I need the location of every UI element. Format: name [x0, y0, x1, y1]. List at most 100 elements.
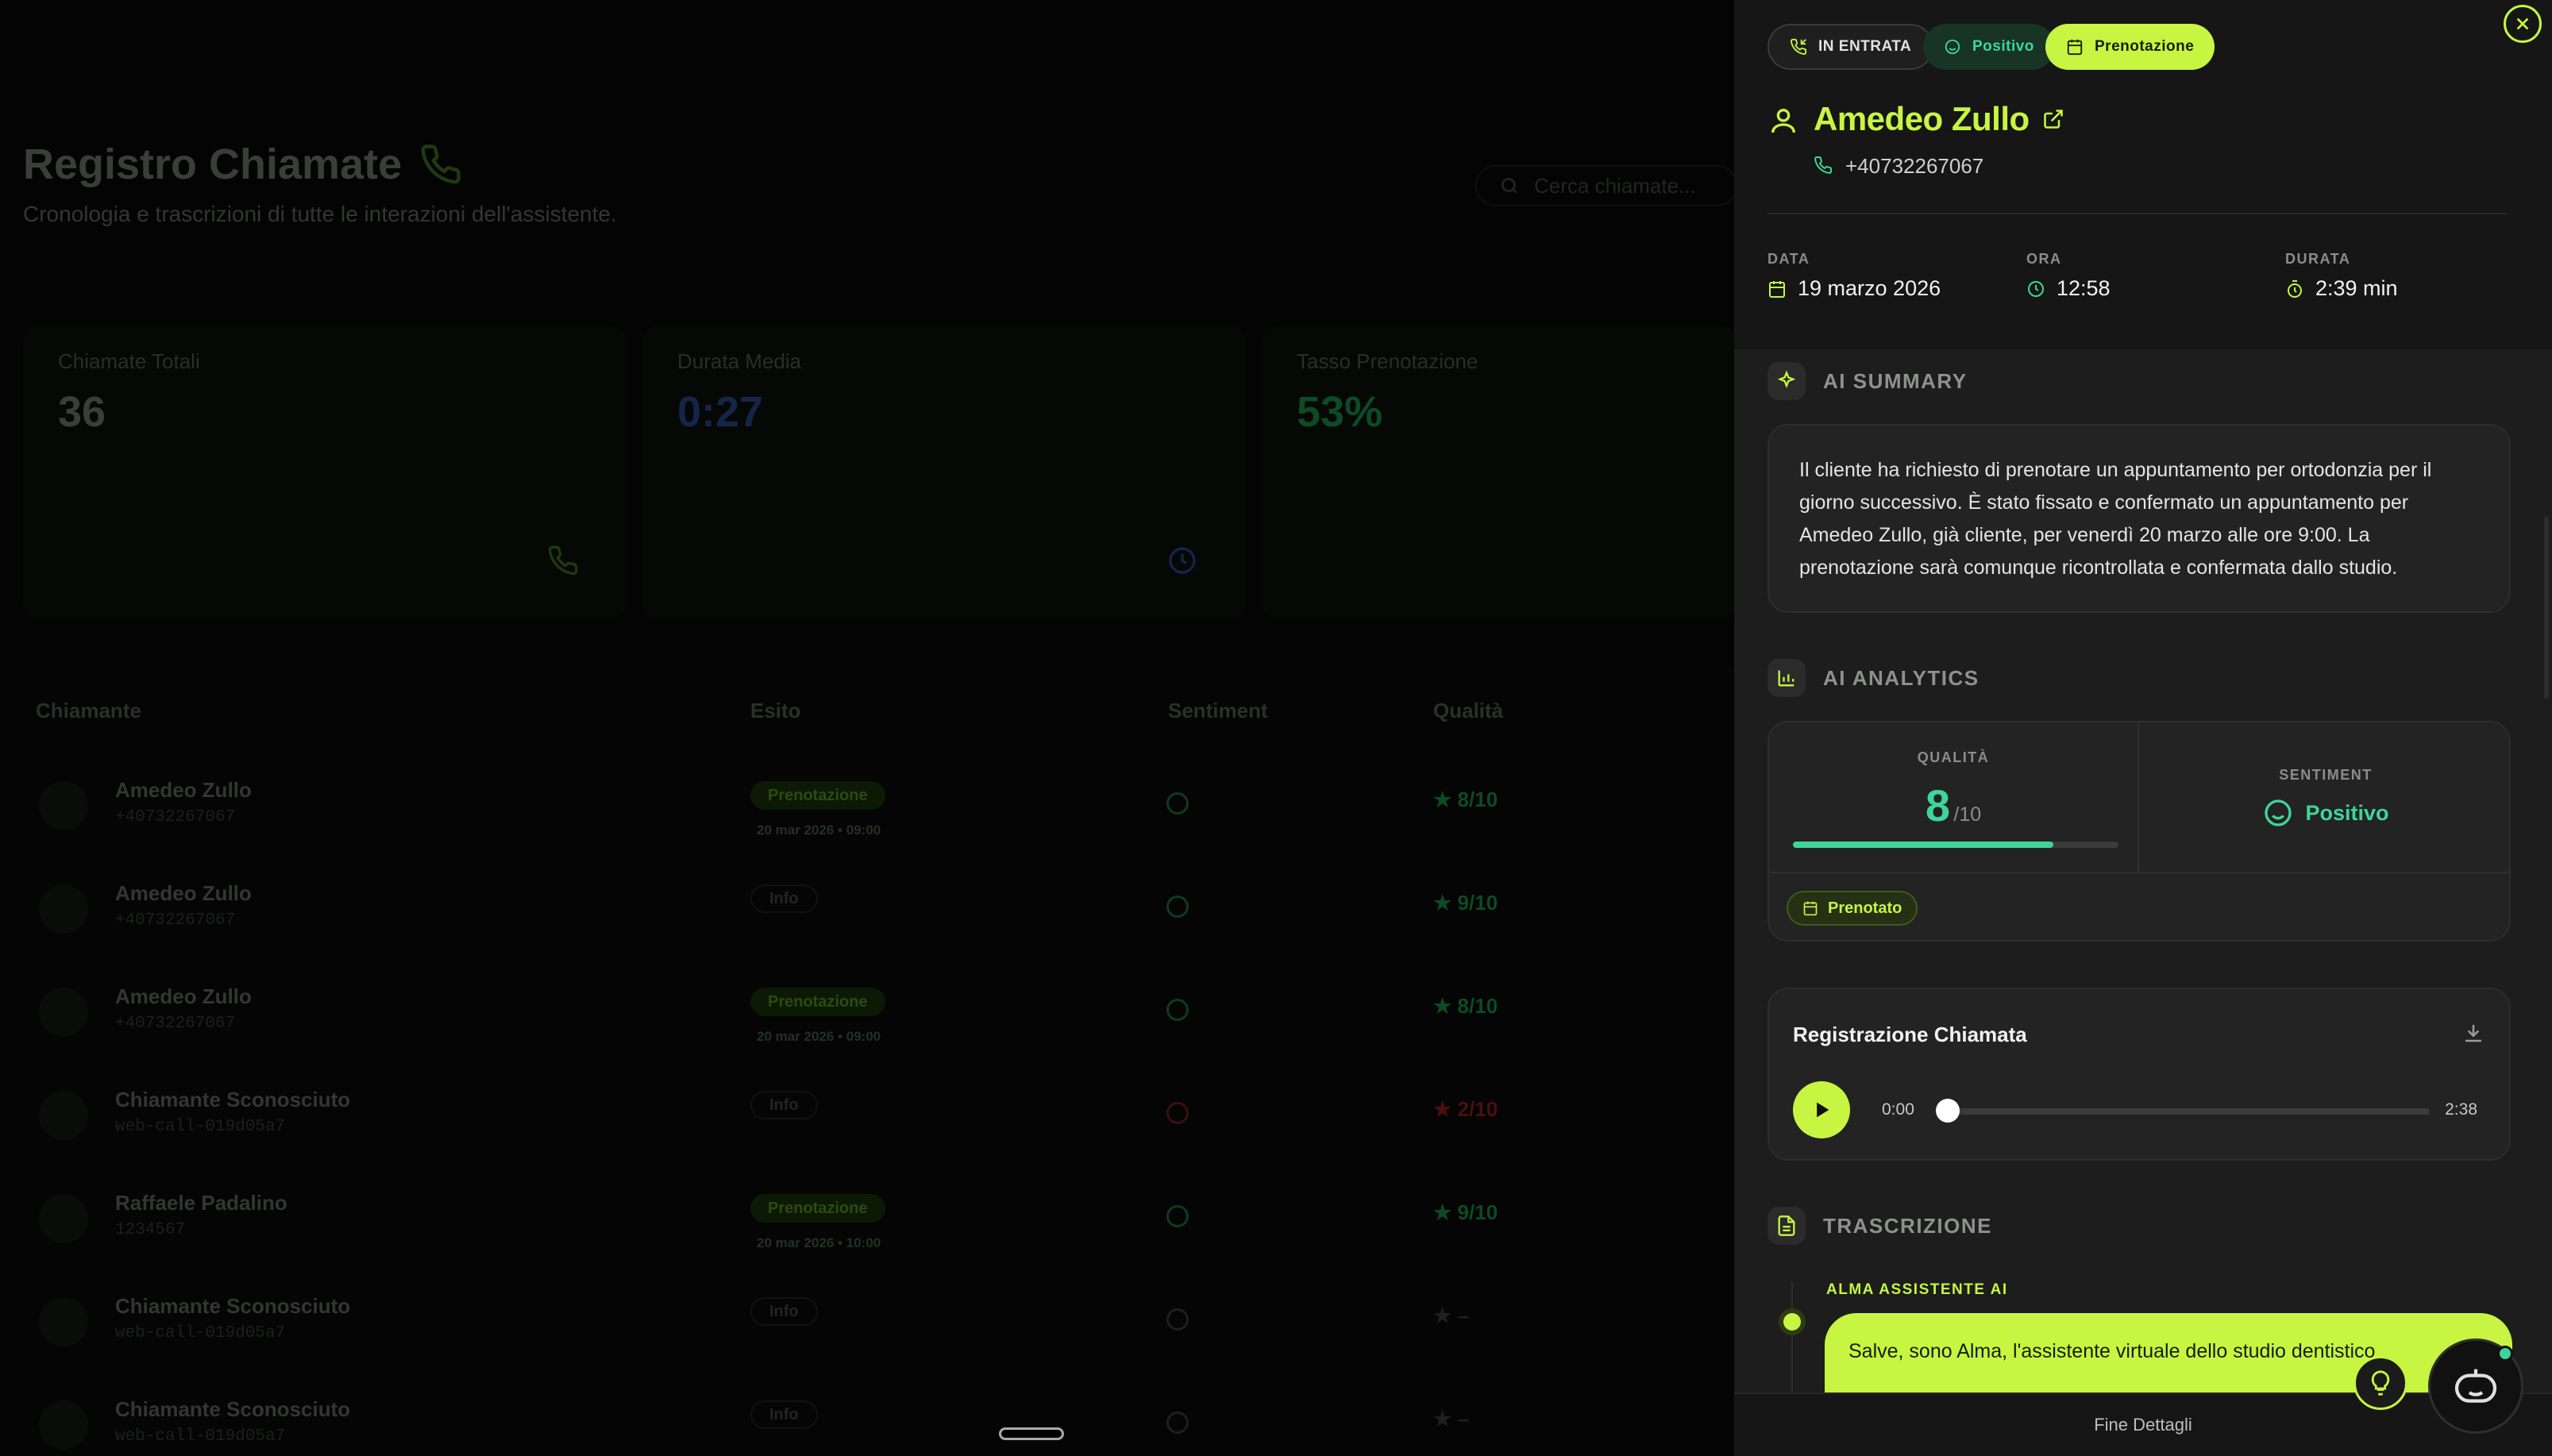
table-row[interactable]: Amedeo Zullo +40732267067 Info ★ 9/10 — [23, 857, 1734, 961]
timeline-line — [1791, 1281, 1793, 1392]
clock-icon — [1169, 547, 1196, 574]
table-row[interactable]: Amedeo Zullo +40732267067 Prenotazione 20 m… — [23, 961, 1734, 1064]
contact-name: Amedeo Zullo — [1814, 100, 2064, 138]
sentiment-value: Positivo — [2139, 797, 2509, 829]
incoming-call-icon — [39, 1091, 88, 1140]
divider — [1768, 213, 2508, 214]
phone-icon — [548, 545, 578, 576]
play-button[interactable] — [1793, 1081, 1850, 1138]
calendar-icon — [1803, 901, 1818, 916]
booking-date: 20 mar 2026 • 10:00 — [757, 1235, 881, 1250]
page-title: Registro Chiamate — [23, 140, 462, 189]
sentiment-label: SENTIMENT — [2279, 767, 2373, 783]
incoming-call-icon — [39, 884, 88, 934]
caller-name: Chiamante Sconosciuto — [115, 1397, 351, 1421]
download-icon[interactable] — [2461, 1021, 2485, 1045]
page-subtitle: Cronologia e trascrizioni di tutte le in… — [23, 202, 617, 226]
caller-phone: +40732267067 — [115, 1015, 236, 1033]
divider — [1769, 872, 2509, 873]
bar-chart-icon — [1768, 659, 1806, 697]
smile-icon — [2265, 799, 2292, 826]
close-icon — [2516, 17, 2529, 30]
booking-date: 20 mar 2026 • 09:00 — [757, 822, 881, 838]
outcome-badge: Prenotazione — [750, 988, 885, 1016]
document-icon — [1768, 1207, 1806, 1245]
recording-player: Registrazione Chiamata 0:00 2:38 — [1768, 988, 2511, 1161]
duration-label: DURATA — [2285, 251, 2351, 267]
caller-name: Chiamante Sconosciuto — [115, 1294, 351, 1318]
caller-phone: +40732267067 — [115, 808, 236, 826]
table-row[interactable]: Chiamante Sconosciuto web-call-019d05a7 In… — [23, 1270, 1734, 1373]
quality-score: ★ – — [1433, 1304, 1470, 1327]
sentiment-icon — [1166, 999, 1189, 1021]
table-row[interactable]: Amedeo Zullo +40732267067 Prenotazione 20 m… — [23, 754, 1734, 857]
search-input[interactable]: Cerca chiamate... — [1475, 165, 1734, 206]
time-label: ORA — [2026, 251, 2062, 267]
sentiment-icon — [1166, 896, 1189, 918]
quality-score: 8 /10 — [1925, 780, 1982, 830]
outcome-badge: Info — [750, 1297, 818, 1326]
caller-name: Chiamante Sconosciuto — [115, 1088, 351, 1111]
phone-icon — [421, 144, 461, 184]
sentiment-icon — [1166, 1205, 1189, 1227]
direction-chip: IN ENTRATA — [1768, 24, 1934, 70]
calendar-icon — [2067, 39, 2083, 56]
ai-summary-heading: AI SUMMARY — [1768, 362, 1968, 400]
transcript-heading: TRASCRIZIONE — [1768, 1207, 1992, 1245]
duration-value: 2:39 min — [2285, 276, 2398, 301]
phone-icon — [1814, 156, 1833, 174]
assistant-button[interactable] — [2428, 1339, 2523, 1434]
quality-score: ★ 9/10 — [1433, 1200, 1498, 1224]
outcome-badge: Info — [750, 1091, 818, 1119]
robot-icon — [2454, 1369, 2497, 1403]
scroll-indicator[interactable] — [999, 1427, 1064, 1440]
table-row[interactable]: Chiamante Sconosciuto web-call-019d05a7 In… — [23, 1064, 1734, 1167]
quality-progress-bar — [1793, 842, 2118, 848]
incoming-call-icon — [39, 1400, 88, 1450]
quality-score: ★ 8/10 — [1433, 994, 1498, 1018]
quality-label: QUALITÀ — [1917, 749, 1990, 765]
play-icon — [1817, 1102, 1829, 1118]
quality-score: ★ 9/10 — [1433, 891, 1498, 915]
caller-name: Raffaele Padalino — [115, 1191, 287, 1215]
timeline-dot — [1783, 1313, 1801, 1331]
sentiment-chip: Positivo — [1923, 24, 2055, 70]
quality-progress-fill — [1793, 842, 2053, 848]
external-link-icon[interactable] — [2042, 108, 2064, 130]
tips-button[interactable] — [2353, 1356, 2407, 1410]
transcript-speaker: ALMA ASSISTENTE AI — [1826, 1281, 2008, 1298]
seek-handle[interactable] — [1936, 1099, 1960, 1123]
stat-card-duration: Durata Media 0:27 — [642, 325, 1246, 619]
current-time: 0:00 — [1882, 1100, 1914, 1119]
caller-name: Amedeo Zullo — [115, 984, 252, 1008]
panel-footer: Fine Dettagli — [1734, 1392, 2552, 1456]
outcome-badge: Prenotazione — [750, 1194, 885, 1223]
sentiment-icon — [1166, 792, 1189, 815]
contact-phone: +40732267067 — [1845, 154, 1984, 178]
caller-phone: +40732267067 — [115, 911, 236, 930]
timer-icon — [2288, 279, 2302, 298]
caller-name: Amedeo Zullo — [115, 778, 252, 802]
seek-bar[interactable] — [1944, 1108, 2430, 1115]
caller-phone: 1234567 — [115, 1221, 186, 1239]
caller-phone: web-call-019d05a7 — [115, 1427, 286, 1446]
quality-score: ★ – — [1433, 1407, 1470, 1431]
booked-tag: Prenotato — [1787, 891, 1918, 926]
lightbulb-icon — [2371, 1370, 2390, 1396]
panel-scrollbar[interactable] — [2544, 516, 2549, 699]
stat-card-total: Chiamate Totali 36 — [23, 325, 626, 619]
online-indicator — [2497, 1346, 2513, 1362]
ai-summary-card: Il cliente ha richiesto di prenotare un … — [1768, 424, 2511, 613]
calendar-icon — [1769, 280, 1785, 298]
sentiment-icon — [1166, 1308, 1189, 1331]
smile-icon — [1945, 39, 1960, 55]
table-header: Chiamante Esito Sentiment Qualità — [36, 698, 1504, 722]
table-row[interactable]: Chiamante Sconosciuto web-call-019d05a7 In… — [23, 1373, 1734, 1456]
background-page: Registro Chiamate Cronologia e trascrizi… — [0, 0, 1734, 1456]
table-row[interactable]: Raffaele Padalino 1234567 Prenotazione 20 m… — [23, 1167, 1734, 1270]
date-label: DATA — [1768, 251, 1810, 267]
outcome-badge: Info — [750, 1400, 818, 1429]
close-button[interactable] — [2504, 5, 2542, 43]
caller-phone: web-call-019d05a7 — [115, 1118, 286, 1136]
outcome-badge: Info — [750, 884, 818, 913]
